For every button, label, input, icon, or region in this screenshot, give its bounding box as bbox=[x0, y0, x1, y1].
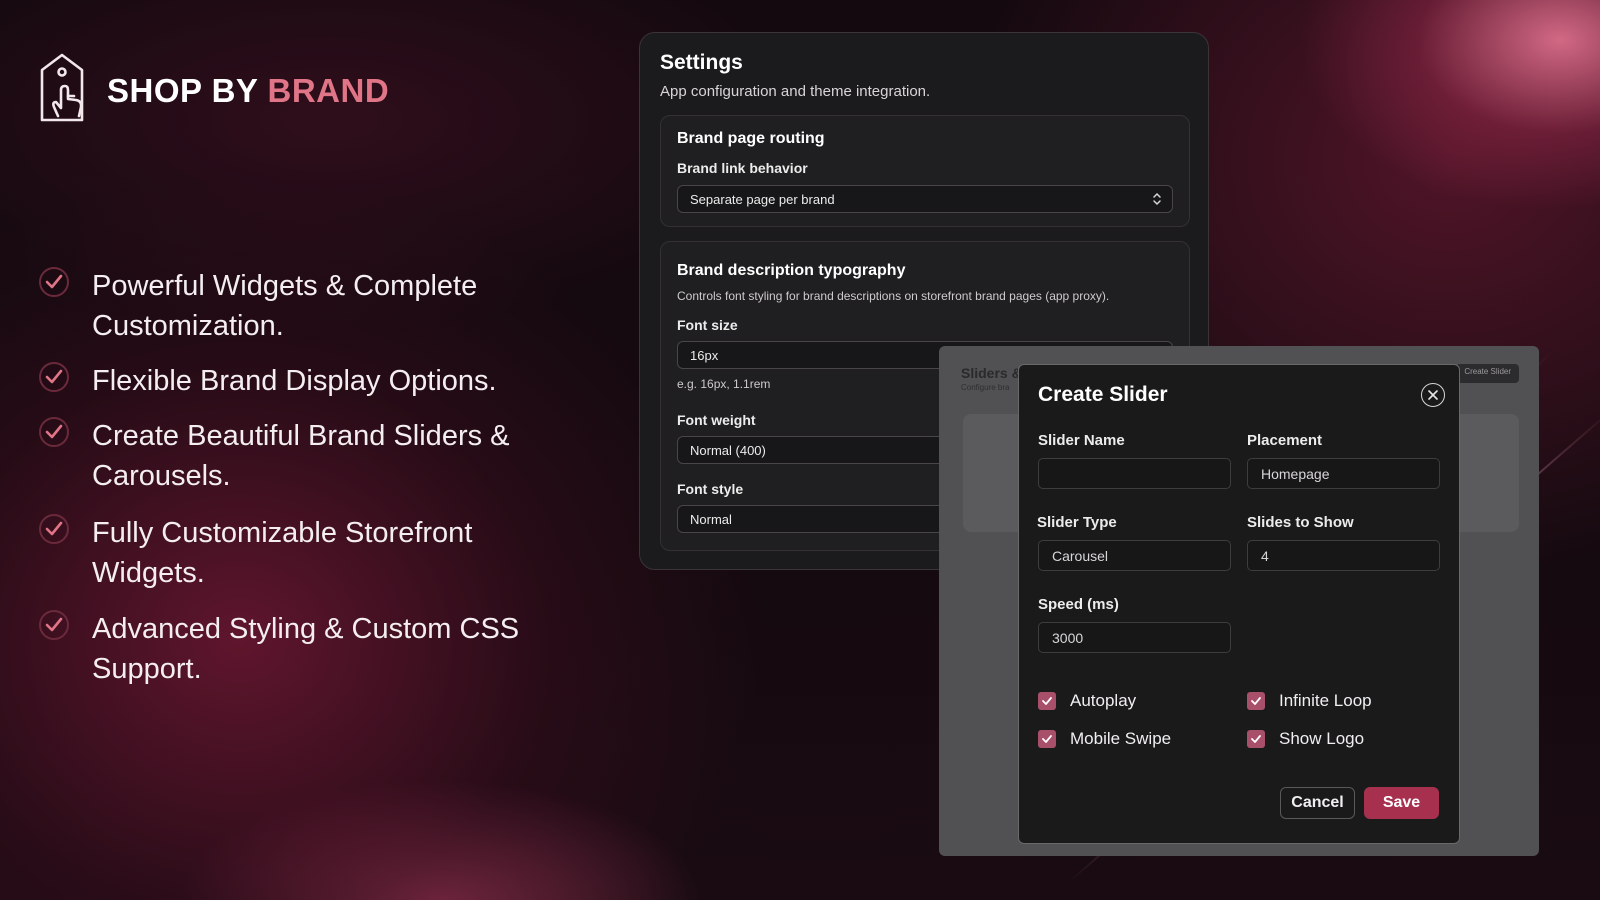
link-behavior-value: Separate page per brand bbox=[690, 192, 835, 207]
checkmark-icon bbox=[1042, 697, 1052, 705]
font-weight-value: Normal (400) bbox=[690, 443, 766, 458]
font-size-value: 16px bbox=[690, 348, 719, 363]
font-style-value: Normal bbox=[690, 512, 732, 527]
tag-hand-icon bbox=[40, 53, 84, 122]
checkbox-checked[interactable] bbox=[1038, 730, 1056, 748]
feature-item: Powerful Widgets & Complete Customizatio… bbox=[38, 266, 552, 346]
infinite-loop-checkbox[interactable]: Infinite Loop bbox=[1247, 691, 1372, 711]
autoplay-checkbox[interactable]: Autoplay bbox=[1038, 691, 1136, 711]
link-behavior-label: Brand link behavior bbox=[677, 160, 808, 176]
checkbox-checked[interactable] bbox=[1247, 692, 1265, 710]
routing-card-title: Brand page routing bbox=[677, 130, 825, 147]
placement-value: Homepage bbox=[1261, 466, 1330, 482]
font-weight-label: Font weight bbox=[677, 412, 756, 428]
check-circle-icon bbox=[39, 610, 69, 640]
slider-name-label: Slider Name bbox=[1038, 432, 1125, 449]
checkmark-icon bbox=[1042, 735, 1052, 743]
slider-type-value: Carousel bbox=[1052, 548, 1109, 564]
infinite-loop-label: Infinite Loop bbox=[1279, 691, 1372, 710]
close-icon bbox=[1428, 390, 1438, 400]
brand-title-accent: BRAND bbox=[267, 72, 390, 109]
font-style-label: Font style bbox=[677, 481, 744, 497]
settings-subtitle: App configuration and theme integration. bbox=[660, 83, 931, 100]
placement-select[interactable]: Homepage bbox=[1247, 458, 1440, 489]
autoplay-label: Autoplay bbox=[1070, 691, 1137, 710]
check-circle-icon bbox=[39, 267, 69, 297]
checkmark-icon bbox=[1251, 697, 1261, 705]
show-logo-label: Show Logo bbox=[1279, 729, 1365, 748]
cancel-button[interactable]: Cancel bbox=[1280, 787, 1355, 819]
feature-text: Advanced Styling & Custom CSS Support. bbox=[92, 613, 520, 685]
close-button[interactable] bbox=[1421, 383, 1445, 407]
feature-item: Advanced Styling & Custom CSS Support. bbox=[38, 609, 552, 689]
slider-type-select[interactable]: Carousel bbox=[1038, 540, 1231, 571]
feature-item: Flexible Brand Display Options. bbox=[38, 361, 552, 401]
link-behavior-select[interactable]: Separate page per brand bbox=[677, 185, 1173, 213]
checkbox-checked[interactable] bbox=[1247, 730, 1265, 748]
slider-name-input[interactable] bbox=[1038, 458, 1231, 489]
check-circle-icon bbox=[39, 362, 69, 392]
bg-create-slider-button: Create Slider bbox=[1456, 364, 1519, 383]
feature-text: Flexible Brand Display Options. bbox=[92, 365, 497, 397]
feature-text: Fully Customizable Storefront Widgets. bbox=[92, 517, 473, 589]
feature-text: Powerful Widgets & Complete Customizatio… bbox=[92, 270, 478, 342]
settings-title: Settings bbox=[660, 51, 743, 74]
create-slider-modal: Create Slider Slider Name Placement Home… bbox=[1018, 364, 1460, 844]
slider-type-label: Slider Type bbox=[1037, 514, 1117, 531]
placement-label: Placement bbox=[1247, 432, 1323, 449]
check-circle-icon bbox=[39, 417, 69, 447]
show-logo-checkbox[interactable]: Show Logo bbox=[1247, 729, 1364, 749]
checkbox-checked[interactable] bbox=[1038, 692, 1056, 710]
slides-to-show-value: 4 bbox=[1261, 548, 1269, 564]
font-size-help: e.g. 16px, 1.1rem bbox=[677, 377, 771, 391]
feature-item: Fully Customizable Storefront Widgets. bbox=[38, 513, 552, 593]
slides-to-show-label: Slides to Show bbox=[1247, 514, 1354, 531]
feature-text: Create Beautiful Brand Sliders & Carouse… bbox=[92, 420, 510, 492]
brand-title-main: SHOP BY bbox=[107, 72, 258, 109]
speed-label: Speed (ms) bbox=[1038, 596, 1119, 613]
bg-page-subtitle: Configure bra bbox=[961, 383, 1010, 392]
brand-title: SHOP BY BRAND bbox=[107, 72, 389, 110]
checkmark-icon bbox=[1251, 735, 1261, 743]
modal-title: Create Slider bbox=[1038, 383, 1168, 406]
brand-routing-card: Brand page routing Brand link behavior S… bbox=[660, 115, 1190, 227]
select-chevrons-icon bbox=[1153, 192, 1161, 206]
speed-input[interactable]: 3000 bbox=[1038, 622, 1231, 653]
save-button[interactable]: Save bbox=[1364, 787, 1439, 819]
bg-page-title: Sliders & bbox=[961, 365, 1022, 381]
typography-description: Controls font styling for brand descript… bbox=[677, 289, 1110, 303]
font-size-label: Font size bbox=[677, 317, 738, 333]
check-circle-icon bbox=[39, 514, 69, 544]
mobile-swipe-checkbox[interactable]: Mobile Swipe bbox=[1038, 729, 1171, 749]
typography-card-title: Brand description typography bbox=[677, 262, 906, 279]
feature-item: Create Beautiful Brand Sliders & Carouse… bbox=[38, 416, 552, 496]
slides-to-show-input[interactable]: 4 bbox=[1247, 540, 1440, 571]
mobile-swipe-label: Mobile Swipe bbox=[1070, 729, 1172, 748]
speed-value: 3000 bbox=[1052, 630, 1084, 646]
